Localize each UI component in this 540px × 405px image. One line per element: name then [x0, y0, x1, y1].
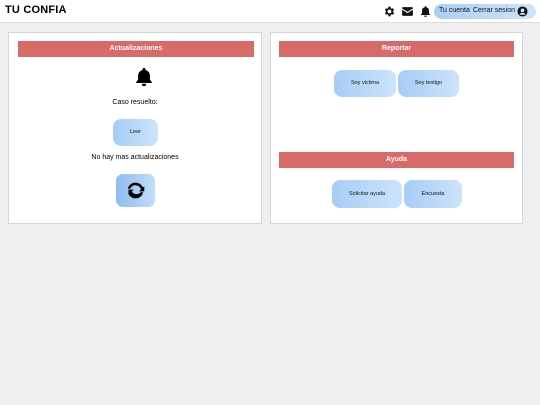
- logout-link[interactable]: Cerrar sesion: [473, 7, 515, 14]
- survey-button[interactable]: Encuesta: [404, 180, 462, 208]
- bell-icon[interactable]: [419, 5, 432, 18]
- request-help-button-label: Solicitar ayuda: [348, 191, 386, 197]
- account-link[interactable]: Tu cuenta: [439, 7, 470, 14]
- user-circle-icon[interactable]: [517, 6, 528, 17]
- no-updates-text: No hay mas actualizaciones: [91, 154, 179, 161]
- survey-button-label: Encuesta: [421, 191, 445, 197]
- updates-header: Actualizaciones: [18, 41, 254, 57]
- envelope-icon[interactable]: [401, 5, 414, 18]
- brand-title: TU CONFIA: [5, 4, 67, 16]
- victim-button-label: Soy victima: [350, 80, 380, 86]
- request-help-button[interactable]: Solicitar ayuda: [332, 180, 402, 208]
- top-navbar: TU CONFIA Tu cuenta Cerrar sesion: [0, 0, 540, 23]
- refresh-icon: [127, 182, 145, 199]
- bell-icon: [133, 66, 155, 88]
- refresh-button[interactable]: [116, 174, 155, 207]
- account-pill: Tu cuenta Cerrar sesion: [434, 4, 536, 19]
- updates-card: Actualizaciones Caso resuelto: Leer No h…: [8, 32, 262, 224]
- read-button[interactable]: Leer: [113, 119, 158, 146]
- witness-button-label: Soy testigo: [414, 80, 443, 86]
- gear-icon[interactable]: [383, 5, 396, 18]
- victim-button[interactable]: Soy victima: [334, 70, 396, 97]
- case-resolved-text: Caso resuelto:: [112, 99, 158, 106]
- help-header: Ayuda: [279, 152, 514, 168]
- report-card: Reportar Soy victima Soy testigo Ayuda S…: [270, 32, 523, 224]
- report-header: Reportar: [279, 41, 514, 57]
- read-button-label: Leer: [129, 129, 141, 135]
- witness-button[interactable]: Soy testigo: [398, 70, 459, 97]
